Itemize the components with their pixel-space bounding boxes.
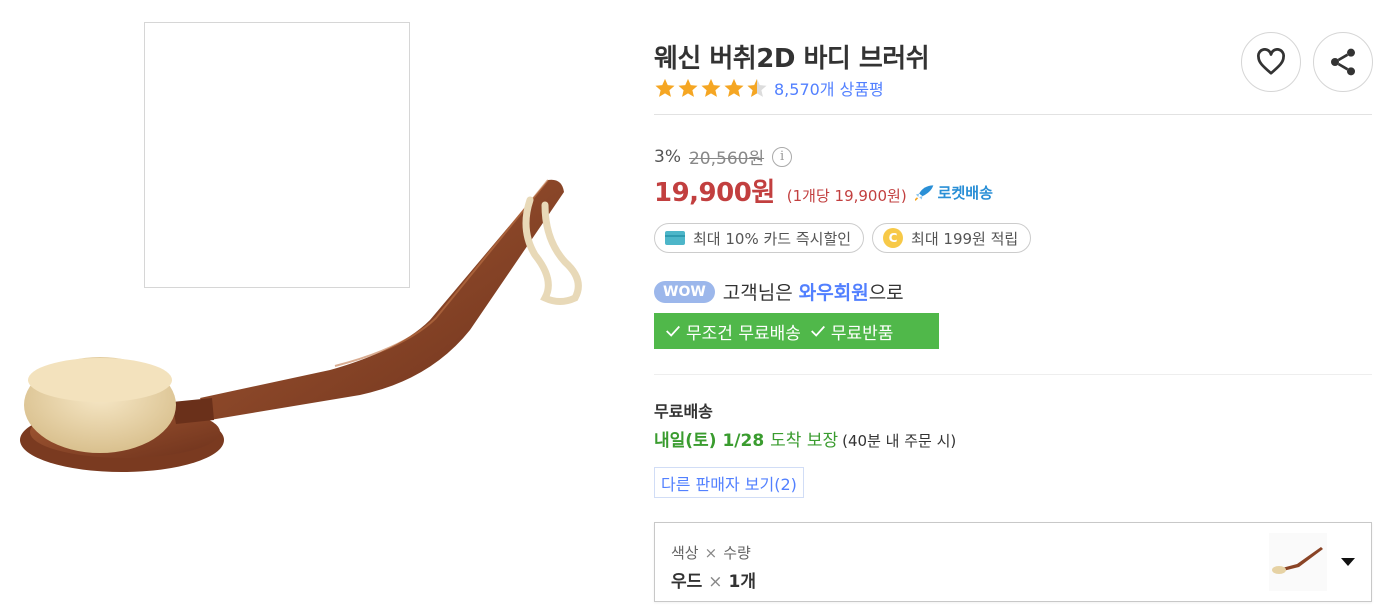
star-rating: [654, 77, 768, 99]
divider: [654, 374, 1372, 375]
option-selector[interactable]: 색상 × 수량 우드 × 1개: [654, 522, 1372, 602]
shipping-title: 무료배송: [654, 402, 713, 421]
price-row: 19,900원 (1개당 19,900원) 로켓배송: [654, 172, 993, 209]
option-label-qty: 수량: [723, 544, 751, 562]
option-separator: ×: [704, 544, 718, 562]
cashback-label: 최대 199원 적립: [911, 229, 1019, 248]
product-image-area: [0, 0, 620, 606]
product-info: 웨신 버취2D 바디 브러쉬 8,570개 상품평 3% 20,560원 i 1…: [654, 0, 1374, 606]
half-star-icon: [747, 78, 767, 97]
divider: [654, 114, 1372, 115]
wow-member-text: 와우회원: [798, 282, 869, 304]
free-return-label: 무료반품: [830, 323, 894, 344]
option-separator: ×: [708, 572, 723, 592]
info-icon[interactable]: i: [772, 146, 793, 167]
option-label: 색상 × 수량: [671, 542, 751, 563]
star-icon: [678, 78, 698, 97]
order-condition: (40분 내 주문 시): [842, 432, 957, 450]
arrival-day: 내일(토): [654, 431, 717, 451]
discount-rate: 3%: [654, 146, 681, 167]
arrival-date: 1/28: [722, 431, 765, 451]
option-value-color: 우드: [671, 572, 703, 592]
option-thumbnail: [1269, 533, 1327, 591]
cashback-chip[interactable]: C 최대 199원 적립: [872, 223, 1032, 253]
wow-member-row: WOW 고객님은 와우회원 으로: [654, 278, 904, 305]
rocket-delivery-label: 로켓배송: [937, 183, 993, 202]
wishlist-button[interactable]: [1241, 32, 1301, 92]
image-thumbnail-frame: [144, 22, 410, 288]
option-value: 우드 × 1개: [671, 567, 756, 592]
option-value-qty: 1개: [728, 572, 756, 592]
arrival-guarantee: 도착 보장: [770, 431, 839, 451]
share-button[interactable]: [1313, 32, 1373, 92]
rocket-icon: [914, 185, 934, 201]
wow-badge: WOW: [654, 280, 715, 303]
share-icon: [1331, 48, 1355, 76]
wow-suffix: 으로: [868, 282, 904, 304]
review-count-link[interactable]: 8,570개 상품평: [774, 76, 884, 100]
option-label-color: 색상: [671, 544, 699, 562]
product-title: 웨신 버취2D 바디 브러쉬: [654, 44, 930, 74]
arrival-info: 내일(토) 1/28 도착 보장 (40분 내 주문 시): [654, 426, 956, 451]
discount-row: 3% 20,560원 i: [654, 144, 793, 169]
unit-price: (1개당 19,900원): [786, 187, 907, 205]
wow-prefix: 고객님은: [722, 282, 793, 304]
rocket-delivery-badge: 로켓배송: [914, 182, 993, 203]
sale-price: 19,900원: [654, 178, 775, 208]
free-benefit-banner: 무조건 무료배송 무료반품: [654, 313, 939, 349]
star-icon: [701, 78, 721, 97]
card-discount-chip[interactable]: 최대 10% 카드 즉시할인: [654, 223, 865, 253]
card-discount-label: 최대 10% 카드 즉시할인: [693, 229, 852, 248]
star-icon: [724, 78, 744, 97]
coin-icon: C: [883, 228, 904, 248]
card-icon: [665, 231, 685, 245]
check-icon: [810, 325, 825, 337]
rating-row[interactable]: 8,570개 상품평: [654, 76, 884, 100]
free-shipping-label: 무조건 무료배송: [686, 323, 801, 344]
star-icon: [655, 78, 675, 97]
heart-icon: [1257, 48, 1285, 75]
chevron-down-icon: [1341, 558, 1355, 566]
original-price: 20,560원: [688, 149, 765, 169]
benefit-row: 최대 10% 카드 즉시할인 C 최대 199원 적립: [654, 223, 1032, 253]
other-sellers-button[interactable]: 다른 판매자 보기(2): [654, 467, 804, 498]
check-icon: [666, 325, 680, 337]
